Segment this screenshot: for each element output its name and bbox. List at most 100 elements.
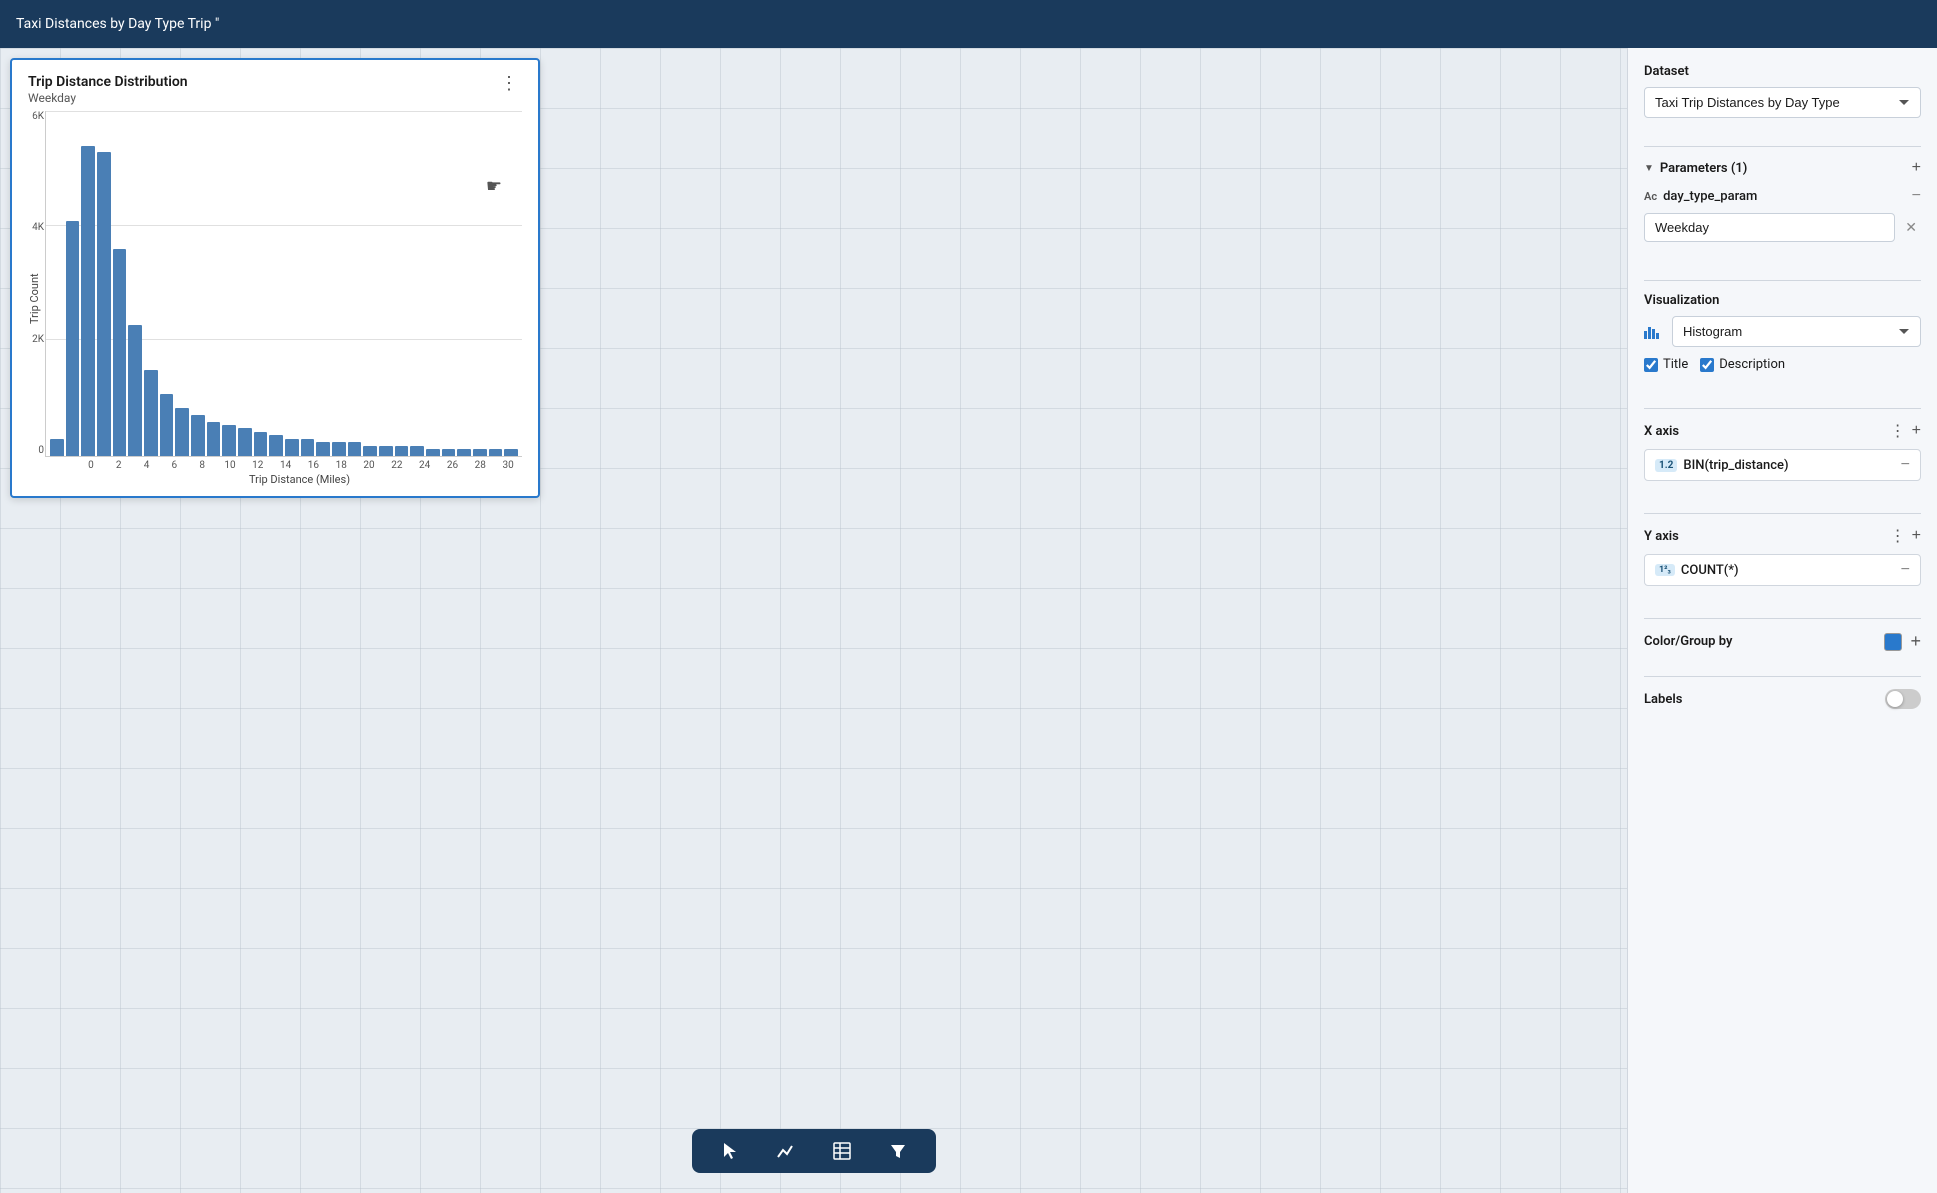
params-title-label: Parameters (1) <box>1660 161 1747 176</box>
viz-type-select[interactable]: Histogram Bar Chart Line Chart <box>1672 316 1921 347</box>
x-tick-16: 16 <box>300 460 328 471</box>
histogram-bar-27 <box>473 449 487 456</box>
y-tick-0: 0 <box>38 445 44 456</box>
divider-3 <box>1644 408 1921 409</box>
description-checkbox-item: Description <box>1700 357 1785 372</box>
table-tool-button[interactable] <box>824 1137 860 1165</box>
histogram-icon <box>1644 325 1660 339</box>
histogram-bar-16 <box>301 439 315 456</box>
x-tick-30: 30 <box>494 460 522 471</box>
x-tick-26: 26 <box>439 460 467 471</box>
y-axis-section: Y axis ⋮ + 1²₃ COUNT(*) − <box>1644 526 1921 594</box>
divider-4 <box>1644 513 1921 514</box>
top-header: Taxi Distances by Day Type Trip " <box>0 0 1937 48</box>
params-title[interactable]: ▼ Parameters (1) <box>1644 161 1747 176</box>
param-clear-button[interactable]: ✕ <box>1901 215 1921 240</box>
histogram-bar-2 <box>81 146 95 457</box>
histogram-bar-10 <box>207 422 221 457</box>
x-axis-field-name: BIN(trip_distance) <box>1683 458 1788 473</box>
x-axis-title: Trip Distance (Miles) <box>77 473 522 486</box>
histogram-bar-19 <box>348 442 362 456</box>
histogram-bar-13 <box>254 432 268 456</box>
divider-6 <box>1644 676 1921 677</box>
histogram-bar-11 <box>222 425 236 456</box>
add-y-axis-button[interactable]: + <box>1912 527 1921 545</box>
select-tool-button[interactable] <box>712 1137 748 1165</box>
y-axis-field-left: 1²₃ COUNT(*) <box>1655 563 1739 578</box>
histogram-bar-20 <box>363 446 377 456</box>
checkbox-row: Title Description <box>1644 357 1921 372</box>
title-checkbox[interactable] <box>1644 358 1658 372</box>
x-axis-title-label: X axis <box>1644 424 1679 439</box>
visualization-section: Visualization Histogram Bar Chart Line C… <box>1644 293 1921 384</box>
x-axis-menu-button[interactable]: ⋮ <box>1890 421 1906 441</box>
chart-card: Trip Distance Distribution Weekday ⋮ Tri… <box>10 58 540 498</box>
histogram-bar-12 <box>238 428 252 456</box>
histogram-bar-8 <box>175 408 189 456</box>
histogram-bar-28 <box>489 449 503 456</box>
chart-menu-button[interactable]: ⋮ <box>496 74 522 92</box>
y-axis-field-name: COUNT(*) <box>1681 563 1739 578</box>
visualization-section-title: Visualization <box>1644 293 1921 308</box>
param-value-select[interactable]: Weekday Weekend <box>1644 213 1895 242</box>
y-axis-menu-button[interactable]: ⋮ <box>1890 526 1906 546</box>
divider-5 <box>1644 618 1921 619</box>
x-tick-10: 10 <box>216 460 244 471</box>
histogram-bar-26 <box>457 449 471 456</box>
parameters-section: ▼ Parameters (1) + Ac day_type_param − W… <box>1644 159 1921 252</box>
canvas-area[interactable]: Trip Distance Distribution Weekday ⋮ Tri… <box>0 48 1627 1193</box>
y-axis-title-label: Y axis <box>1644 529 1679 544</box>
dataset-section: Dataset Taxi Trip Distances by Day Type <box>1644 64 1921 118</box>
histogram-bar-25 <box>442 449 456 456</box>
add-x-axis-button[interactable]: + <box>1912 422 1921 440</box>
x-axis-actions: ⋮ + <box>1890 421 1921 441</box>
add-parameter-button[interactable]: + <box>1912 159 1921 177</box>
x-tick-20: 20 <box>355 460 383 471</box>
histogram-bar-18 <box>332 442 346 456</box>
histogram-bar-9 <box>191 415 205 456</box>
param-label: Ac day_type_param <box>1644 189 1757 204</box>
bottom-toolbar <box>692 1129 936 1173</box>
remove-x-axis-button[interactable]: − <box>1901 456 1910 474</box>
x-tick-6: 6 <box>160 460 188 471</box>
description-checkbox[interactable] <box>1700 358 1714 372</box>
title-checkbox-label[interactable]: Title <box>1663 357 1688 372</box>
title-checkbox-item: Title <box>1644 357 1688 372</box>
color-group-title: Color/Group by <box>1644 634 1732 649</box>
histogram-bar-29 <box>504 449 518 456</box>
filter-tool-button[interactable] <box>880 1137 916 1165</box>
x-axis-section: X axis ⋮ + 1.2 BIN(trip_distance) − <box>1644 421 1921 489</box>
histogram-container: Trip Count 6K 4K 2K 0 <box>28 111 522 486</box>
labels-row: Labels <box>1644 689 1921 709</box>
chart-title-block: Trip Distance Distribution Weekday <box>28 74 188 105</box>
y-axis-field-row: 1²₃ COUNT(*) − <box>1644 554 1921 586</box>
color-swatch[interactable] <box>1884 633 1902 651</box>
histogram-bar-24 <box>426 449 440 456</box>
y-tick-4k: 4K <box>32 222 44 233</box>
add-color-button[interactable]: + <box>1910 631 1921 652</box>
histogram-bar-5 <box>128 325 142 456</box>
histogram-bar-22 <box>395 446 409 456</box>
x-tick-18: 18 <box>327 460 355 471</box>
labels-toggle[interactable] <box>1885 689 1921 709</box>
histogram-bar-1 <box>66 221 80 456</box>
description-checkbox-label[interactable]: Description <box>1719 357 1785 372</box>
y-ticks: 6K 4K 2K 0 <box>14 111 44 456</box>
chart-header: Trip Distance Distribution Weekday ⋮ <box>28 74 522 105</box>
histogram-bar-15 <box>285 439 299 456</box>
histogram-bar-17 <box>316 442 330 456</box>
x-axis-field-row: 1.2 BIN(trip_distance) − <box>1644 449 1921 481</box>
x-tick-14: 14 <box>272 460 300 471</box>
right-panel: Dataset Taxi Trip Distances by Day Type … <box>1627 48 1937 1193</box>
chart-tool-button[interactable] <box>768 1137 804 1165</box>
remove-param-button[interactable]: − <box>1912 187 1921 205</box>
histogram-bar-3 <box>97 152 111 456</box>
histogram-bar-23 <box>410 446 424 456</box>
x-axis-labels: 0 2 4 6 8 10 12 14 16 18 20 22 24 26 <box>77 457 522 471</box>
labels-title: Labels <box>1644 692 1682 707</box>
remove-y-axis-button[interactable]: − <box>1901 561 1910 579</box>
param-type-icon: Ac <box>1644 190 1657 203</box>
divider-2 <box>1644 280 1921 281</box>
dataset-select[interactable]: Taxi Trip Distances by Day Type <box>1644 87 1921 118</box>
y-axis-header: Y axis ⋮ + <box>1644 526 1921 546</box>
